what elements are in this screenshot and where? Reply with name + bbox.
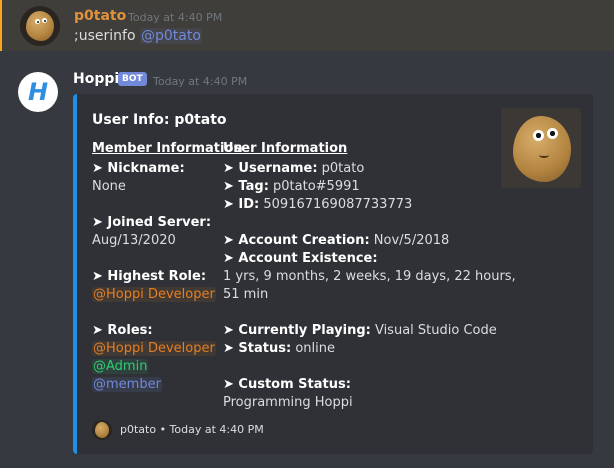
message-p0tato: p0tato Today at 4:40 PM ;userinfo @p0tat…: [0, 0, 614, 51]
custom-status-label: ➤ Custom Status:: [223, 377, 351, 392]
existence-value-2: 51 min: [223, 287, 269, 302]
joined-label: ➤ Joined Server:: [92, 215, 212, 230]
status-row: ➤ Status: online: [223, 341, 335, 356]
role-mention-member[interactable]: @member: [92, 377, 162, 392]
hoppi-logo-icon: H: [27, 78, 49, 106]
footer-avatar: [92, 420, 112, 440]
bot-author-name[interactable]: Hoppi: [73, 71, 119, 87]
creation-row: ➤ Account Creation: Nov/5/2018: [223, 233, 450, 248]
author-name[interactable]: p0tato: [74, 8, 126, 24]
nickname-value: None: [92, 179, 126, 194]
user-mention[interactable]: @p0tato: [139, 28, 202, 44]
tag-row: ➤ Tag: p0tato#5991: [223, 179, 360, 194]
joined-value: Aug/13/2020: [92, 233, 176, 248]
userinfo-embed: User Info: p0tato Member Information ➤ N…: [73, 94, 593, 454]
existence-label: ➤ Account Existence:: [223, 251, 378, 266]
bot-timestamp: Today at 4:40 PM: [153, 75, 248, 88]
id-row: ➤ ID: 509167169087733773: [223, 197, 413, 212]
roles-label: ➤ Roles:: [92, 323, 153, 338]
embed-thumbnail[interactable]: [501, 108, 581, 188]
playing-row: ➤ Currently Playing: Visual Studio Code: [223, 323, 497, 338]
embed-title: User Info: p0tato: [92, 112, 227, 128]
bot-badge: BOT: [118, 72, 147, 86]
embed-footer: p0tato • Today at 4:40 PM: [120, 423, 264, 436]
custom-status-value: Programming Hoppi: [223, 395, 353, 410]
role-mention-admin[interactable]: @Admin: [92, 359, 149, 374]
command-text: ;userinfo: [74, 28, 140, 44]
member-info-header: Member Information: [92, 141, 243, 156]
hoppi-avatar[interactable]: H: [18, 72, 58, 112]
potato-avatar[interactable]: [20, 6, 60, 46]
timestamp: Today at 4:40 PM: [128, 11, 223, 24]
nickname-label: ➤ Nickname:: [92, 161, 185, 176]
role-mention-dev[interactable]: @Hoppi Developer: [92, 341, 216, 356]
highest-role-label: ➤ Highest Role:: [92, 269, 207, 284]
highest-role-mention[interactable]: @Hoppi Developer: [92, 287, 216, 302]
username-row: ➤ Username: p0tato: [223, 161, 365, 176]
message-content: ;userinfo @p0tato: [74, 28, 202, 44]
existence-value-1: 1 yrs, 9 months, 2 weeks, 19 days, 22 ho…: [223, 269, 516, 284]
user-info-header: User Information: [223, 141, 348, 156]
